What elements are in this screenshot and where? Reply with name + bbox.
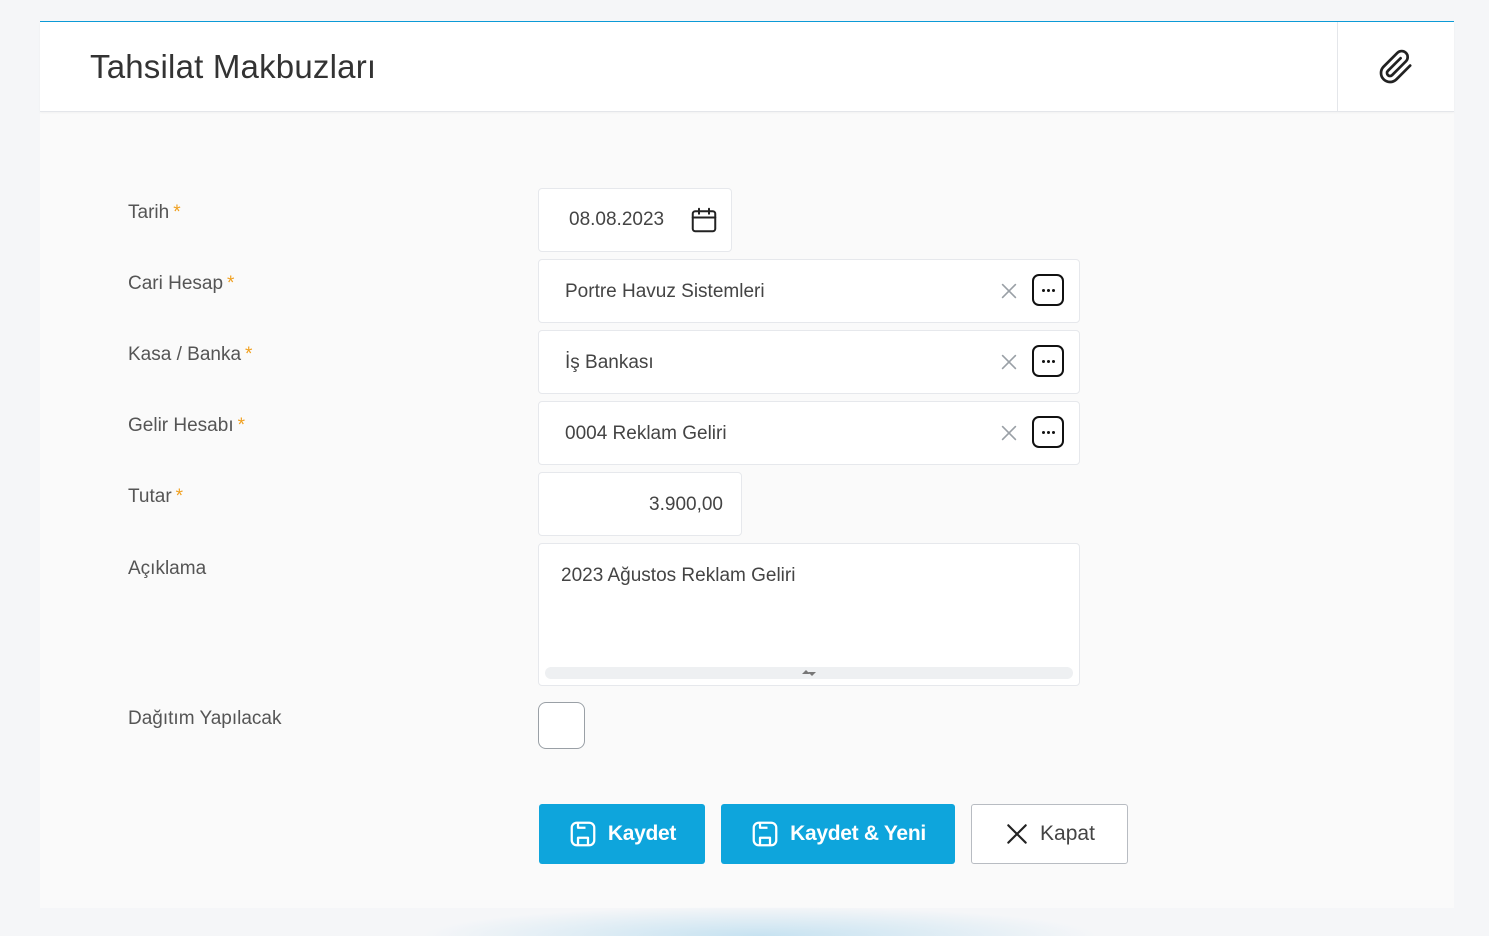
dagitim-checkbox[interactable] [538,702,585,749]
ellipsis-icon [1041,288,1055,292]
cari-hesap-label: Cari Hesap * [128,273,235,294]
dagitim-label: Dağıtım Yapılacak [128,708,282,729]
tarih-value: 08.08.2023 [569,209,665,230]
aciklama-value: 2023 Ağustos Reklam Geliri [561,565,796,586]
more-options-button[interactable] [1032,345,1064,377]
required-mark: * [237,415,246,436]
save-and-new-button[interactable]: Kaydet & Yeni [721,804,955,864]
more-options-button[interactable] [1032,416,1064,448]
page-title: Tahsilat Makbuzları [90,48,377,85]
cari-hesap-value: Portre Havuz Sistemleri [565,281,765,302]
close-button[interactable]: Kapat [971,804,1128,864]
floppy-disk-icon [570,821,596,847]
tutar-value: 3.900,00 [649,494,723,515]
cari-hesap-field[interactable]: Portre Havuz Sistemleri [538,259,1080,323]
attachment-button[interactable] [1337,22,1454,111]
gelir-hesabi-value: 0004 Reklam Geliri [565,423,727,444]
required-mark: * [227,273,235,294]
tarih-label: Tarih * [128,202,181,223]
clear-icon[interactable] [998,280,1020,302]
bottom-glow [420,906,1100,936]
clear-icon[interactable] [998,422,1020,444]
close-icon [1007,824,1027,844]
ellipsis-icon [1041,430,1055,434]
aciklama-label: Açıklama [128,558,207,579]
page-header: Tahsilat Makbuzları [40,22,1454,112]
floppy-disk-icon [752,821,778,847]
kasa-banka-label: Kasa / Banka * [128,344,253,365]
tutar-label: Tutar * [128,486,184,507]
required-mark: * [245,344,253,365]
clear-icon[interactable] [998,351,1020,373]
more-options-button[interactable] [1032,274,1064,306]
paperclip-icon [1379,49,1412,83]
ellipsis-icon [1041,359,1055,363]
resize-arrows-icon [802,670,816,676]
gelir-hesabi-field[interactable]: 0004 Reklam Geliri [538,401,1080,465]
form-panel: Tahsilat Makbuzları Tarih * 08.08.2023 Ca… [40,21,1454,908]
gelir-hesabi-label: Gelir Hesabı * [128,415,246,436]
kasa-banka-field[interactable]: İş Bankası [538,330,1080,394]
tutar-field[interactable]: 3.900,00 [538,472,742,536]
save-button[interactable]: Kaydet [539,804,705,864]
resize-handle[interactable] [545,667,1073,679]
calendar-icon[interactable] [689,205,719,235]
aciklama-textarea[interactable]: 2023 Ağustos Reklam Geliri [538,543,1080,686]
kasa-banka-value: İş Bankası [565,352,654,373]
tarih-field[interactable]: 08.08.2023 [538,188,732,252]
required-mark: * [175,486,184,507]
required-mark: * [173,202,181,223]
